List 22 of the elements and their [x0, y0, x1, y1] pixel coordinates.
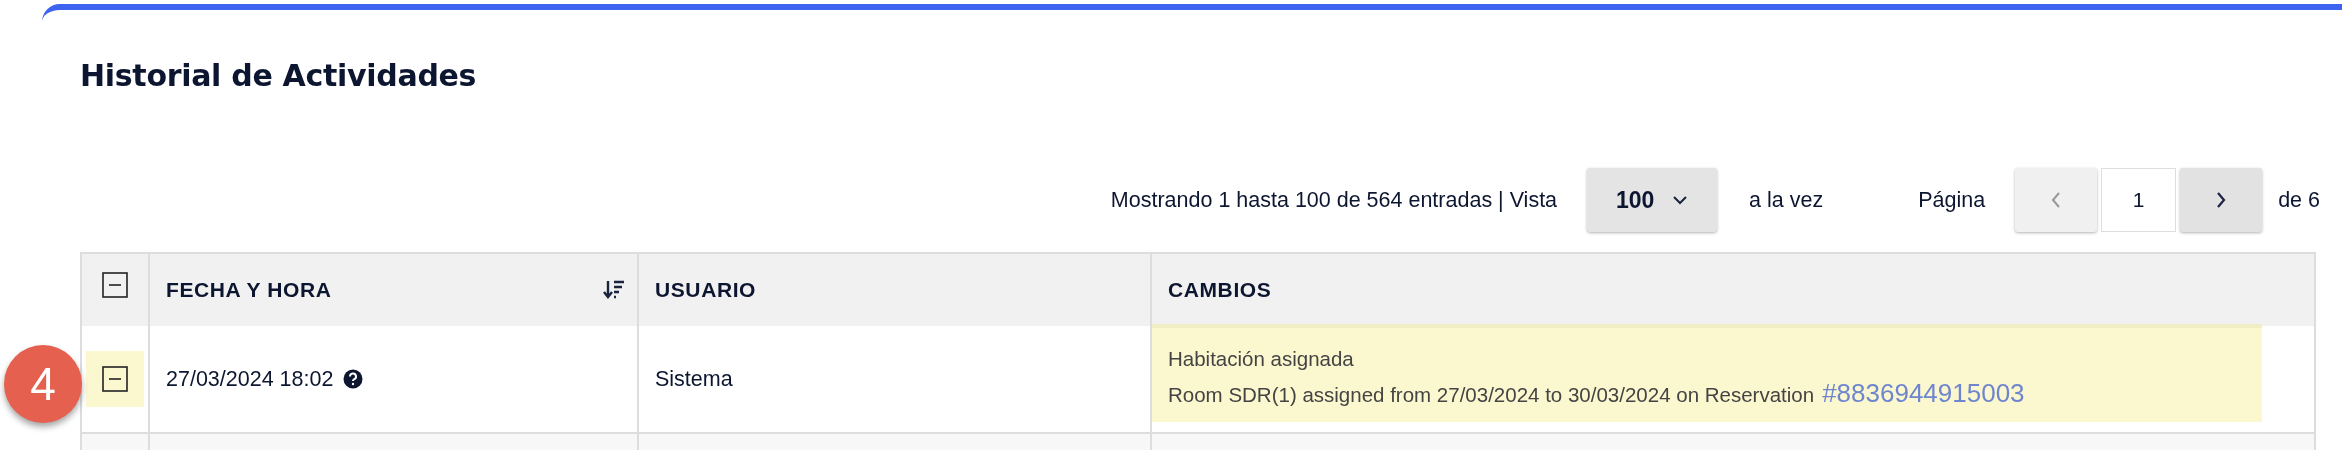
- collapse-toggle[interactable]: [102, 272, 128, 298]
- sort-icon[interactable]: [603, 279, 625, 301]
- per-page-dropdown[interactable]: 100: [1587, 168, 1718, 232]
- help-icon[interactable]: [343, 369, 364, 389]
- chevron-right-icon: [2215, 191, 2228, 209]
- page-total: de 6: [2278, 187, 2320, 213]
- column-header[interactable]: FECHA Y HORA: [150, 254, 639, 326]
- user-name: Sistema: [655, 366, 733, 392]
- page-label: Página: [1918, 187, 1986, 213]
- collapse-toggle[interactable]: [102, 366, 128, 392]
- column-header[interactable]: USUARIO: [639, 254, 1152, 326]
- page-input[interactable]: 1: [2101, 168, 2177, 232]
- chevron-left-icon: [2050, 191, 2063, 209]
- column-header[interactable]: CAMBIOS: [1152, 254, 2314, 326]
- per-page-label: a la vez: [1749, 187, 1824, 213]
- page-title: Historial de Actividades: [80, 57, 478, 95]
- change-title: Habitación asignada: [1168, 346, 1355, 372]
- date-time: 27/03/2024 18:02: [166, 366, 334, 392]
- chevron-down-icon: [1672, 195, 1689, 205]
- step-badge: 4: [4, 345, 82, 423]
- entries-summary: Mostrando 1 hasta 100 de 564 entradas | Vista: [1110, 187, 1558, 213]
- change-detail: Room SDR(1) assigned from 27/03/2024 to 30/03/2024 on Reservation: [1168, 382, 1815, 408]
